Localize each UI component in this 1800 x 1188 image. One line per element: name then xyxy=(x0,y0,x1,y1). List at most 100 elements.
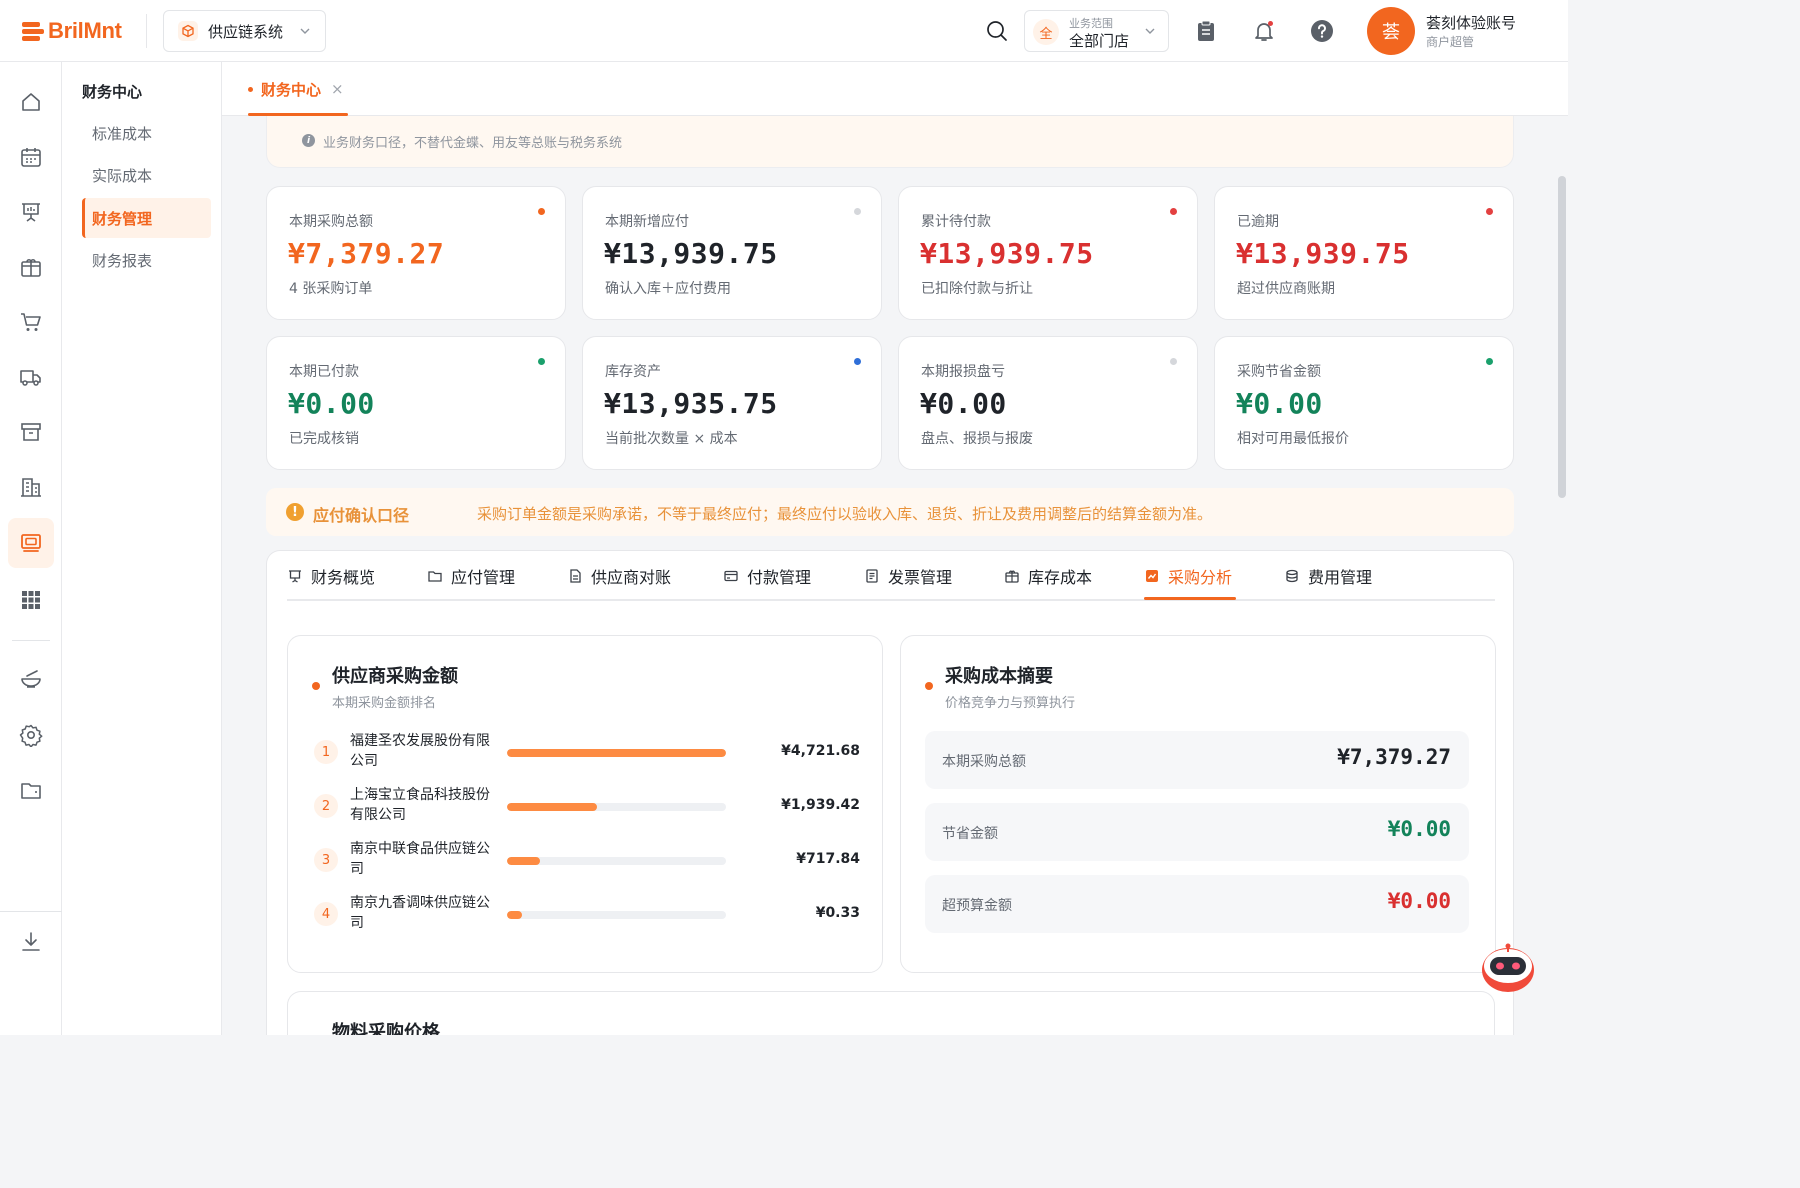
tab-chart[interactable]: 采购分析 xyxy=(1144,551,1232,601)
supplier-amount: ¥717.84 xyxy=(796,851,860,867)
subnav-item-actual-cost[interactable]: 实际成本 xyxy=(82,155,211,195)
tab-coins[interactable]: 费用管理 xyxy=(1284,551,1372,601)
rail-building[interactable] xyxy=(8,462,54,512)
scope-value: 全部门店 xyxy=(1069,32,1130,50)
subnav-title: 财务中心 xyxy=(82,83,143,101)
stat-card[interactable]: 库存资产 ¥13,935.75 当前批次数量 × 成本 xyxy=(582,336,882,470)
presentation-icon xyxy=(289,570,301,583)
supplier-amount: ¥1,939.42 xyxy=(781,797,860,813)
stat-card[interactable]: 本期已付款 ¥0.00 已完成核销 xyxy=(266,336,566,470)
status-dot xyxy=(854,208,861,215)
stat-value: ¥13,939.75 xyxy=(604,237,778,270)
user-name[interactable]: 荟刻体验账号 xyxy=(1426,12,1516,33)
supplier-card-title: 供应商采购金额 xyxy=(332,666,458,687)
stat-label: 本期已付款 xyxy=(289,364,359,380)
amount-bar-track xyxy=(507,857,726,865)
scrollbar[interactable] xyxy=(1558,176,1566,498)
system-select[interactable]: 供应链系统 xyxy=(163,10,326,52)
divider xyxy=(146,14,147,48)
main-content: i 业务财务口径，不替代金蝶、用友等总账与税务系统 本期采购总额 ¥7,379.2… xyxy=(222,116,1568,1035)
stat-value: ¥7,379.27 xyxy=(288,237,445,270)
assistant-robot-icon[interactable] xyxy=(1478,942,1538,994)
stat-value: ¥13,935.75 xyxy=(604,387,778,420)
status-dot xyxy=(1486,208,1493,215)
rail-package[interactable] xyxy=(8,242,54,292)
stat-value: ¥0.00 xyxy=(920,387,1007,420)
page-tab-finance-center[interactable]: 财务中心 × xyxy=(248,62,344,116)
stat-card[interactable]: 本期新增应付 ¥13,939.75 确认入库＋应付费用 xyxy=(582,186,882,320)
scope-label: 业务范围 xyxy=(1069,17,1113,30)
brand-logo[interactable]: BrilMnt xyxy=(22,17,122,45)
subnav-item-standard-cost[interactable]: 标准成本 xyxy=(82,113,211,153)
supplier-name: 南京九香调味供应链公司 xyxy=(350,895,490,931)
help-icon[interactable] xyxy=(1310,19,1334,43)
stat-card[interactable]: 采购节省金额 ¥0.00 相对可用最低报价 xyxy=(1214,336,1514,470)
rail-folder[interactable] xyxy=(8,765,54,815)
rail-archive[interactable] xyxy=(8,407,54,457)
search-icon[interactable] xyxy=(985,19,1009,43)
material-card-title: 物料采购价格 xyxy=(332,1022,440,1035)
summary-row: 本期采购总额 ¥7,379.27 xyxy=(925,731,1469,789)
tab-package[interactable]: 库存成本 xyxy=(1004,551,1092,601)
stat-card[interactable]: 已逾期 ¥13,939.75 超过供应商账期 xyxy=(1214,186,1514,320)
rail-home[interactable] xyxy=(8,77,54,127)
supplier-row[interactable]: 4 南京九香调味供应链公司 ¥0.33 xyxy=(312,891,860,939)
tab-label: 发票管理 xyxy=(888,568,953,587)
bowl-icon xyxy=(21,670,41,688)
package-icon xyxy=(21,258,41,277)
amount-bar-track xyxy=(507,749,726,757)
tab-folder[interactable]: 应付管理 xyxy=(427,551,515,601)
rail-finance[interactable] xyxy=(8,518,54,568)
cart-icon xyxy=(21,313,41,331)
stat-subtext: 当前批次数量 × 成本 xyxy=(605,431,738,447)
tab-document[interactable]: 供应商对账 xyxy=(567,551,671,601)
page-tab-strip: 财务中心 × xyxy=(222,62,1568,116)
status-dot xyxy=(1170,358,1177,365)
tab-label: 采购分析 xyxy=(1168,568,1233,587)
rail-grid[interactable] xyxy=(8,575,54,625)
scope-notice-text: 业务财务口径，不替代金蝶、用友等总账与税务系统 xyxy=(323,136,623,151)
summary-value: ¥0.00 xyxy=(1387,817,1451,841)
subnav-item-finance-reports[interactable]: 财务报表 xyxy=(82,240,211,280)
page-tab-label: 财务中心 xyxy=(261,80,322,99)
rail-presentation[interactable] xyxy=(8,187,54,237)
tab-presentation[interactable]: 财务概览 xyxy=(287,551,375,601)
tab-label: 库存成本 xyxy=(1028,568,1093,587)
close-icon[interactable]: × xyxy=(331,80,344,98)
finance-panel: 财务概览 应付管理 供应商对账 付款管理 发票管理 库存成本 采购分析 费用管理 供应商采购金… xyxy=(266,550,1514,1035)
supplier-row[interactable]: 3 南京中联食品供应链公司 ¥717.84 xyxy=(312,837,860,885)
stat-value: ¥0.00 xyxy=(1236,387,1323,420)
tab-invoice[interactable]: 发票管理 xyxy=(864,551,952,601)
bell-icon[interactable] xyxy=(1252,19,1276,43)
clipboard-icon[interactable] xyxy=(1194,19,1218,43)
rail-download[interactable] xyxy=(8,917,54,967)
payable-warning: ! 应付确认口径 采购订单金额是采购承诺，不等于最终应付；最终应付以验收入库、退… xyxy=(266,488,1514,536)
rail-settings[interactable] xyxy=(8,710,54,760)
stat-label: 本期采购总额 xyxy=(289,214,373,230)
stat-card[interactable]: 本期报损盘亏 ¥0.00 盘点、报损与报废 xyxy=(898,336,1198,470)
avatar[interactable]: 荟 xyxy=(1367,7,1415,55)
icon-rail xyxy=(0,62,62,1035)
rail-truck[interactable] xyxy=(8,352,54,402)
stat-subtext: 已完成核销 xyxy=(289,431,359,447)
rail-cart[interactable] xyxy=(8,297,54,347)
summary-value: ¥0.00 xyxy=(1387,889,1451,913)
supplier-row[interactable]: 2 上海宝立食品科技股份有限公司 ¥1,939.42 xyxy=(312,783,860,831)
rail-calendar[interactable] xyxy=(8,132,54,182)
supplier-row[interactable]: 1 福建圣农发展股份有限公司 ¥4,721.68 xyxy=(312,729,860,777)
summary-row: 节省金额 ¥0.00 xyxy=(925,803,1469,861)
building-icon xyxy=(21,478,41,497)
folder-icon xyxy=(428,571,442,582)
scope-select[interactable]: 全 业务范围 全部门店 xyxy=(1024,10,1169,52)
cost-summary-card: 采购成本摘要 价格竞争力与预算执行 本期采购总额 ¥7,379.27 节省金额 ¥0.… xyxy=(900,635,1496,973)
stat-subtext: 已扣除付款与折让 xyxy=(921,281,1033,297)
rail-bowl[interactable] xyxy=(8,654,54,704)
stat-subtext: 超过供应商账期 xyxy=(1237,281,1335,297)
tab-card[interactable]: 付款管理 xyxy=(723,551,811,601)
stat-card[interactable]: 累计待付款 ¥13,939.75 已扣除付款与折让 xyxy=(898,186,1198,320)
stat-card[interactable]: 本期采购总额 ¥7,379.27 4 张采购订单 xyxy=(266,186,566,320)
status-dot xyxy=(1486,358,1493,365)
subnav-item-finance-management[interactable]: 财务管理 xyxy=(82,198,211,238)
tab-label: 费用管理 xyxy=(1308,568,1373,587)
card-icon xyxy=(724,570,738,582)
